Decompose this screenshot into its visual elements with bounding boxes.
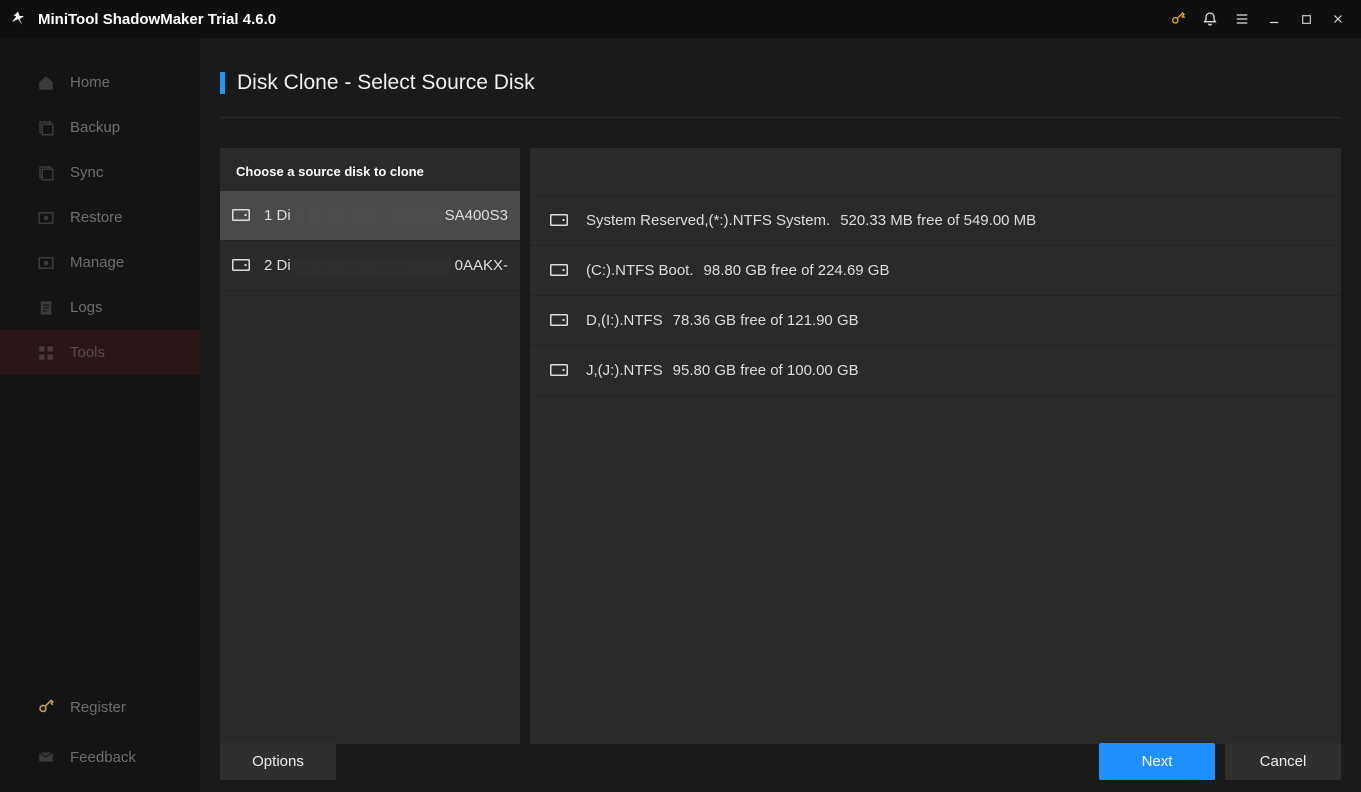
- sidebar-item-home[interactable]: Home: [0, 60, 200, 105]
- cancel-button[interactable]: Cancel: [1225, 743, 1341, 780]
- disk-icon: [232, 259, 250, 273]
- disk-label-suffix: SA400S3: [445, 207, 508, 224]
- partition-size: 520.33 MB free of 549.00 MB: [840, 212, 1036, 229]
- app-title: MiniTool ShadowMaker Trial 4.6.0: [38, 11, 276, 28]
- source-panel-heading: Choose a source disk to clone: [220, 148, 520, 191]
- sidebar-item-tools[interactable]: Tools: [0, 330, 200, 375]
- partition-size: 95.80 GB free of 100.00 GB: [673, 362, 859, 379]
- license-key-icon[interactable]: [1165, 6, 1191, 32]
- disk-icon: [232, 209, 250, 223]
- page-header: Disk Clone - Select Source Disk: [220, 48, 1341, 118]
- partition-panel-header: [530, 148, 1341, 196]
- partition-panel: System Reserved,(*:).NTFS System. 520.33…: [530, 148, 1341, 744]
- logs-icon: [36, 298, 56, 318]
- header-accent-bar: [220, 72, 225, 94]
- sidebar-item-restore[interactable]: Restore: [0, 195, 200, 240]
- app-logo-icon: [8, 9, 28, 29]
- page-title: Disk Clone - Select Source Disk: [237, 71, 535, 95]
- sidebar-item-register[interactable]: Register: [0, 682, 200, 732]
- sidebar-item-label: Manage: [70, 254, 124, 271]
- partition-size: 78.36 GB free of 121.90 GB: [673, 312, 859, 329]
- close-button[interactable]: [1325, 6, 1351, 32]
- source-disk-row[interactable]: 2 Di 0AAKX-: [220, 241, 520, 291]
- sidebar: Home Backup Sync Restore Manage Logs: [0, 38, 200, 792]
- partition-name: D,(I:).NTFS: [586, 312, 663, 329]
- partition-size: 98.80 GB free of 224.69 GB: [704, 262, 890, 279]
- main-content: Disk Clone - Select Source Disk Choose a…: [200, 38, 1361, 792]
- partition-row[interactable]: (C:).NTFS Boot. 98.80 GB free of 224.69 …: [530, 246, 1341, 296]
- disk-label-suffix: 0AAKX-: [455, 257, 508, 274]
- sidebar-item-label: Restore: [70, 209, 123, 226]
- options-button[interactable]: Options: [220, 743, 336, 780]
- redacted-text: [295, 257, 451, 275]
- partition-row[interactable]: D,(I:).NTFS 78.36 GB free of 121.90 GB: [530, 296, 1341, 346]
- redacted-text: [295, 207, 441, 225]
- partition-name: (C:).NTFS Boot.: [586, 262, 694, 279]
- tools-icon: [36, 343, 56, 363]
- source-disk-row[interactable]: 1 Di SA400S3: [220, 191, 520, 241]
- sidebar-item-manage[interactable]: Manage: [0, 240, 200, 285]
- sidebar-item-label: Feedback: [70, 749, 136, 766]
- sidebar-item-feedback[interactable]: Feedback: [0, 732, 200, 782]
- sync-icon: [36, 163, 56, 183]
- partition-name: J,(J:).NTFS: [586, 362, 663, 379]
- sidebar-item-sync[interactable]: Sync: [0, 150, 200, 195]
- home-icon: [36, 73, 56, 93]
- partition-row[interactable]: J,(J:).NTFS 95.80 GB free of 100.00 GB: [530, 346, 1341, 396]
- minimize-button[interactable]: [1261, 6, 1287, 32]
- source-disk-panel: Choose a source disk to clone 1 Di SA400…: [220, 148, 520, 744]
- sidebar-item-label: Backup: [70, 119, 120, 136]
- backup-icon: [36, 118, 56, 138]
- sidebar-item-logs[interactable]: Logs: [0, 285, 200, 330]
- next-button[interactable]: Next: [1099, 743, 1215, 780]
- sidebar-item-label: Home: [70, 74, 110, 91]
- partition-icon: [550, 214, 568, 228]
- maximize-button[interactable]: [1293, 6, 1319, 32]
- partition-name: System Reserved,(*:).NTFS System.: [586, 212, 830, 229]
- sidebar-item-label: Sync: [70, 164, 103, 181]
- partition-icon: [550, 314, 568, 328]
- partition-icon: [550, 364, 568, 378]
- restore-icon: [36, 208, 56, 228]
- notification-icon[interactable]: [1197, 6, 1223, 32]
- menu-icon[interactable]: [1229, 6, 1255, 32]
- footer-bar: Options Next Cancel: [220, 743, 1341, 780]
- sidebar-item-label: Logs: [70, 299, 103, 316]
- disk-label-prefix: 2 Di: [264, 257, 291, 274]
- disk-label-prefix: 1 Di: [264, 207, 291, 224]
- key-icon: [36, 697, 56, 717]
- mail-icon: [36, 747, 56, 767]
- sidebar-item-label: Register: [70, 699, 126, 716]
- partition-icon: [550, 264, 568, 278]
- title-bar: MiniTool ShadowMaker Trial 4.6.0: [0, 0, 1361, 38]
- sidebar-item-label: Tools: [70, 344, 105, 361]
- manage-icon: [36, 253, 56, 273]
- sidebar-item-backup[interactable]: Backup: [0, 105, 200, 150]
- partition-row[interactable]: System Reserved,(*:).NTFS System. 520.33…: [530, 196, 1341, 246]
